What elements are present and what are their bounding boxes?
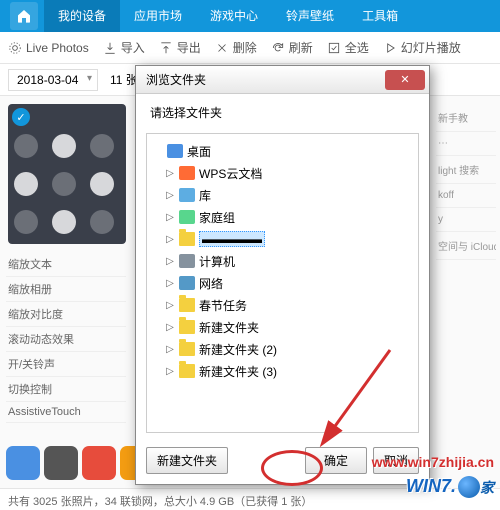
close-button[interactable]: ✕ <box>385 70 425 90</box>
tree-homegroup[interactable]: 家庭组 <box>199 209 235 226</box>
expander-icon[interactable]: ▷ <box>165 168 175 179</box>
export-button[interactable]: 导出 <box>159 39 201 56</box>
folder-icon <box>179 364 195 378</box>
tree-f1[interactable]: 新建文件夹 <box>199 319 259 336</box>
delete-button[interactable]: 删除 <box>215 39 257 56</box>
library-icon <box>179 188 195 202</box>
photo-thumbnail[interactable]: ✓ <box>8 104 126 244</box>
folder-icon <box>179 320 195 334</box>
tab-device[interactable]: 我的设备 <box>44 0 120 32</box>
app-icon[interactable] <box>44 446 78 480</box>
folder-icon <box>179 342 195 356</box>
right-pane: 新手教 ⋯ light 搜索 koff y 空间与 iCloud 用量 <box>436 104 496 260</box>
opt-0[interactable]: 缩放文本 <box>6 252 126 277</box>
tree-wps[interactable]: WPS云文档 <box>199 165 262 182</box>
homegroup-icon <box>179 210 195 224</box>
expander-icon[interactable]: ▷ <box>165 212 175 223</box>
refresh-button[interactable]: 刷新 <box>271 39 313 56</box>
rp-0[interactable]: 新手教 <box>436 104 496 132</box>
expander-icon[interactable]: ▷ <box>165 300 175 311</box>
opt-3[interactable]: 滚动动态效果 <box>6 327 126 352</box>
watermark-text: www.win7zhijia.cn <box>372 454 494 470</box>
rp-3[interactable]: koff <box>436 184 496 208</box>
tab-ringtones[interactable]: 铃声壁纸 <box>272 0 348 32</box>
slideshow-button[interactable]: 幻灯片播放 <box>383 39 461 56</box>
folder-tree[interactable]: 桌面 ▷ WPS云文档 ▷ 库 ▷ 家庭组 ▷ ▬▬▬▬▬ ▷ 计算机 ▷ 网络 ▷ 春节任务… <box>146 133 419 433</box>
tree-lib[interactable]: 库 <box>199 187 211 204</box>
opt-5[interactable]: 切换控制 <box>6 377 126 402</box>
tree-net[interactable]: 网络 <box>199 275 223 292</box>
expander-icon[interactable]: ▷ <box>165 278 175 289</box>
opt-2[interactable]: 缩放对比度 <box>6 302 126 327</box>
dialog-prompt: 请选择文件夹 <box>136 94 429 127</box>
folder-icon <box>179 298 195 312</box>
selectall-button[interactable]: 全选 <box>327 39 369 56</box>
tree-f2[interactable]: 新建文件夹 (2) <box>199 341 277 358</box>
tree-selected[interactable]: ▬▬▬▬▬ <box>199 231 265 247</box>
computer-icon <box>179 254 195 268</box>
opt-1[interactable]: 缩放相册 <box>6 277 126 302</box>
opt-4[interactable]: 开/关铃声 <box>6 352 126 377</box>
rp-5[interactable]: 空间与 iCloud 用量 <box>436 232 496 260</box>
app-icon[interactable] <box>82 446 116 480</box>
tree-f3[interactable]: 新建文件夹 (3) <box>199 363 277 380</box>
app-icon[interactable] <box>6 446 40 480</box>
check-icon[interactable]: ✓ <box>12 108 30 126</box>
tab-toolbox[interactable]: 工具箱 <box>348 0 412 32</box>
tab-gamecenter[interactable]: 游戏中心 <box>196 0 272 32</box>
live-photos-toggle[interactable]: Live Photos <box>8 41 89 55</box>
desktop-icon <box>167 144 183 158</box>
expander-icon[interactable]: ▷ <box>165 190 175 201</box>
expander-icon[interactable]: ▷ <box>165 322 175 333</box>
photo-count: 11 张 <box>110 71 138 88</box>
network-icon <box>179 276 195 290</box>
tree-task[interactable]: 春节任务 <box>199 297 247 314</box>
date-select[interactable]: 2018-03-04 <box>8 69 98 91</box>
tree-pc[interactable]: 计算机 <box>199 253 235 270</box>
rp-1[interactable]: ⋯ <box>436 132 496 156</box>
expander-icon[interactable]: ▷ <box>165 234 175 245</box>
rp-4[interactable]: y <box>436 208 496 232</box>
expander-icon[interactable]: ▷ <box>165 344 175 355</box>
new-folder-button[interactable]: 新建文件夹 <box>146 447 228 474</box>
rp-2[interactable]: light 搜索 <box>436 156 496 184</box>
ok-button[interactable]: 确定 <box>305 447 367 474</box>
dialog-title: 浏览文件夹 <box>146 71 206 88</box>
win7-logo: WIN7.家 <box>406 476 494 498</box>
app-row <box>6 446 154 480</box>
expander-icon[interactable]: ▷ <box>165 366 175 377</box>
wps-icon <box>179 166 195 180</box>
side-options: 缩放文本 缩放相册 缩放对比度 滚动动态效果 开/关铃声 切换控制 Assist… <box>6 252 126 423</box>
tab-appstore[interactable]: 应用市场 <box>120 0 196 32</box>
opt-6[interactable]: AssistiveTouch <box>6 402 126 423</box>
folder-icon <box>179 232 195 246</box>
browse-folder-dialog: 浏览文件夹 ✕ 请选择文件夹 桌面 ▷ WPS云文档 ▷ 库 ▷ 家庭组 ▷ ▬▬▬▬▬… <box>135 65 430 485</box>
expander-icon[interactable]: ▷ <box>165 256 175 267</box>
import-button[interactable]: 导入 <box>103 39 145 56</box>
home-icon[interactable] <box>10 2 38 30</box>
tree-desktop[interactable]: 桌面 <box>187 143 211 160</box>
